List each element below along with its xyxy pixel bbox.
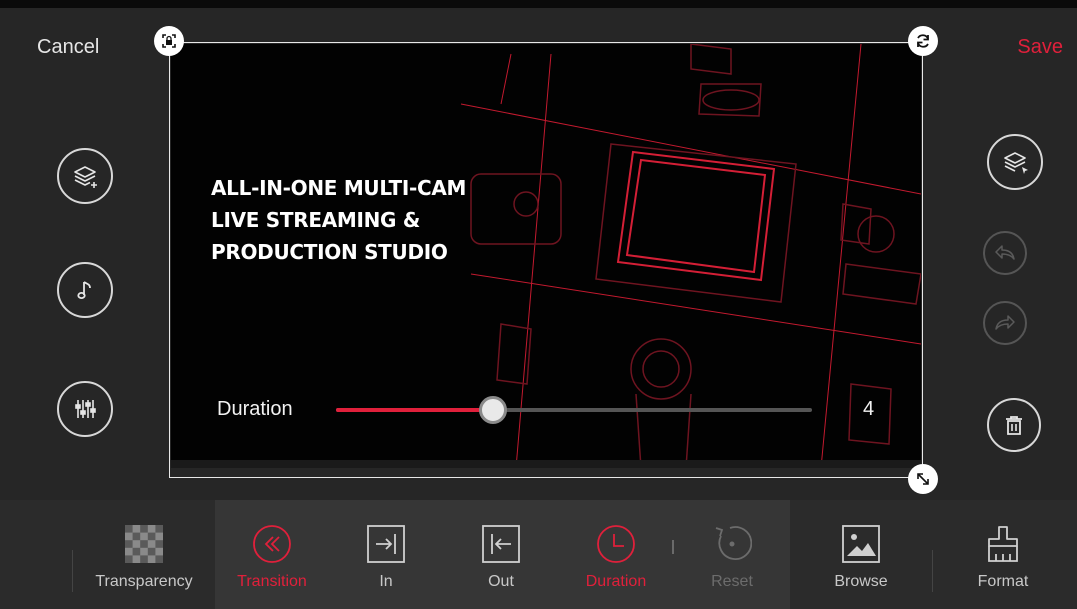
- headline-line-2: LIVE STREAMING &: [211, 208, 420, 232]
- tool-duration[interactable]: Duration: [561, 500, 671, 609]
- top-strip: [0, 0, 1077, 8]
- sliders-icon: [75, 400, 96, 418]
- rotate-icon: [917, 34, 929, 48]
- image-icon: [842, 525, 880, 563]
- toolbar-separator: [672, 540, 674, 554]
- undo-button[interactable]: [983, 231, 1027, 275]
- resize-icon: [917, 473, 929, 485]
- duration-slider-thumb[interactable]: [479, 396, 508, 424]
- tool-browse[interactable]: Browse: [806, 500, 916, 609]
- layers-plus-icon: [74, 166, 97, 188]
- headline-line-1: ALL-IN-ONE MULTI-CAM: [211, 176, 467, 200]
- music-button[interactable]: [57, 262, 113, 318]
- duration-label: Duration: [217, 398, 293, 420]
- enter-arrow-icon: [367, 525, 405, 563]
- headline-line-3: PRODUCTION STUDIO: [211, 240, 448, 264]
- exit-arrow-icon: [482, 525, 520, 563]
- duration-value: 4: [863, 398, 875, 420]
- cancel-button[interactable]: Cancel: [37, 36, 99, 59]
- tool-out-label: Out: [488, 573, 514, 590]
- tool-in[interactable]: In: [331, 500, 441, 609]
- reset-icon: [715, 526, 752, 560]
- tool-reset-label: Reset: [711, 573, 753, 590]
- bottom-toolbar: Transparency Transition In Out Duration: [0, 500, 1077, 609]
- tool-in-label: In: [379, 573, 393, 590]
- redo-button[interactable]: [983, 301, 1027, 345]
- tool-transparency[interactable]: Transparency: [89, 500, 199, 609]
- duration-slider-fill: [336, 408, 494, 412]
- trash-icon: [1006, 416, 1022, 435]
- checkerboard-icon: [125, 525, 163, 563]
- tool-browse-label: Browse: [834, 573, 888, 590]
- mixer-button[interactable]: [57, 381, 113, 437]
- save-button[interactable]: Save: [1017, 36, 1063, 59]
- toolbar-divider: [932, 550, 933, 592]
- redo-icon: [995, 315, 1015, 330]
- rotate-handle[interactable]: [908, 26, 938, 56]
- canvas-bottom-band: [171, 460, 921, 468]
- lock-handle[interactable]: [154, 26, 184, 56]
- duration-slider[interactable]: [336, 396, 812, 424]
- tool-format[interactable]: Format: [948, 500, 1058, 609]
- undo-icon: [995, 245, 1015, 260]
- toolbar-divider: [72, 550, 73, 592]
- tool-reset[interactable]: Reset: [677, 500, 787, 609]
- add-layer-button[interactable]: [57, 148, 113, 204]
- tool-transition[interactable]: Transition: [217, 500, 327, 609]
- music-note-icon: [77, 281, 91, 299]
- double-chevron-left-icon: [253, 525, 291, 563]
- tool-transparency-label: Transparency: [95, 573, 193, 590]
- headline-text: ALL-IN-ONE MULTI-CAM LIVE STREAMING & PR…: [211, 172, 511, 268]
- tool-duration-label: Duration: [585, 573, 647, 590]
- tool-out[interactable]: Out: [446, 500, 556, 609]
- layers-cursor-icon: [1004, 152, 1028, 174]
- preview-canvas[interactable]: ALL-IN-ONE MULTI-CAM LIVE STREAMING & PR…: [171, 44, 921, 468]
- delete-button[interactable]: [987, 398, 1041, 452]
- lock-icon: [162, 34, 176, 48]
- brush-icon: [988, 526, 1018, 562]
- resize-handle[interactable]: [908, 464, 938, 494]
- tool-format-label: Format: [977, 573, 1029, 590]
- tool-transition-label: Transition: [237, 573, 307, 590]
- select-layer-button[interactable]: [987, 134, 1043, 190]
- clock-icon: [597, 525, 635, 563]
